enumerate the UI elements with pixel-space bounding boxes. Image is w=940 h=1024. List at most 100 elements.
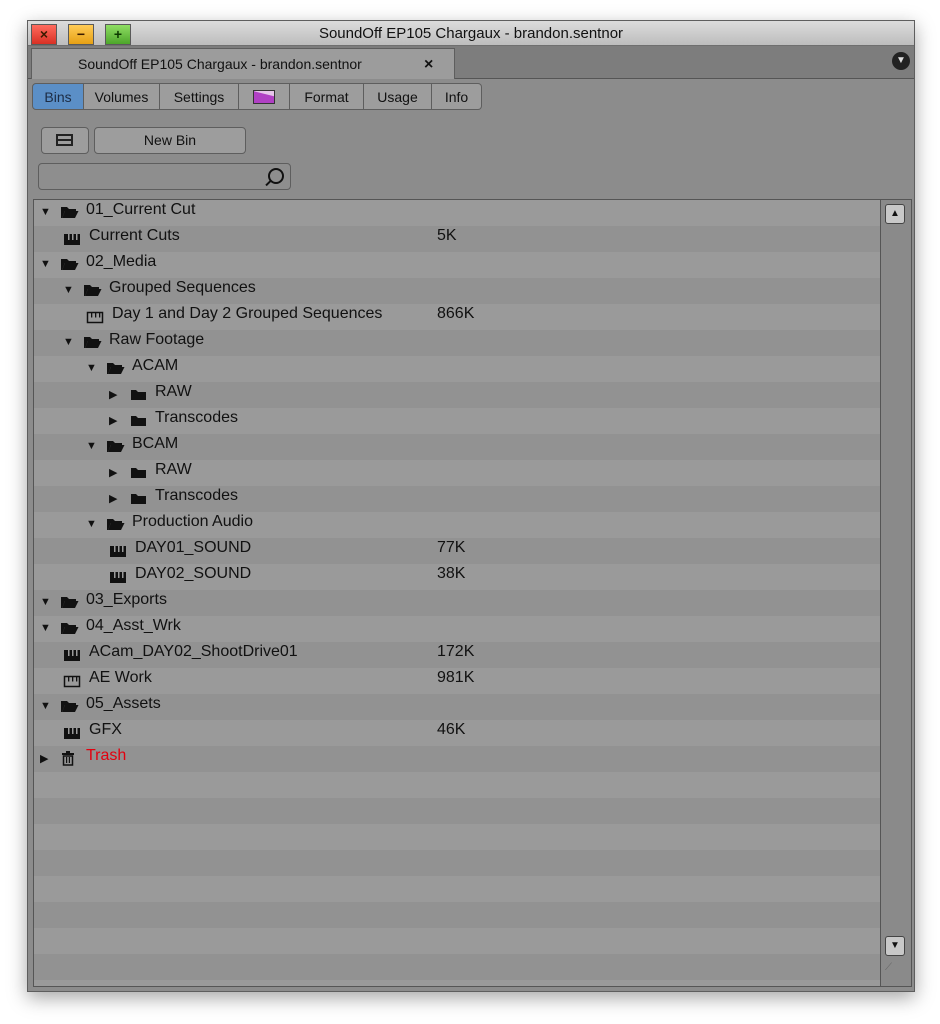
bin-icon xyxy=(63,726,81,745)
tab-menu-chevron-icon[interactable]: ▼ xyxy=(892,52,910,70)
tree-folder-row[interactable]: ▼ 04_Asst_Wrk xyxy=(34,616,880,642)
resize-grip-icon[interactable]: ⟋ xyxy=(885,962,903,980)
tree-folder-row[interactable]: ▼ Grouped Sequences xyxy=(34,278,880,304)
tree-bin-row[interactable]: DAY01_SOUND 77K xyxy=(34,538,880,564)
open-folder-icon xyxy=(106,516,125,536)
closed-folder-icon xyxy=(129,490,148,510)
tree-trash-row[interactable]: ▶ Trash xyxy=(34,746,880,772)
search-icon[interactable] xyxy=(268,168,284,184)
title-bar[interactable]: × − + SoundOff EP105 Chargaux - brandon.… xyxy=(28,21,914,46)
open-folder-icon xyxy=(106,360,125,380)
vertical-scrollbar[interactable]: ▲ ▼ ⟋ xyxy=(880,199,912,987)
disclosure-expanded-icon[interactable]: ▼ xyxy=(40,622,51,634)
tree-folder-row[interactable]: ▼ Raw Footage xyxy=(34,330,880,356)
split-pane-icon xyxy=(56,134,73,146)
trash-icon xyxy=(60,750,76,771)
scroll-up-button[interactable]: ▲ xyxy=(885,204,905,224)
tree-item-label: DAY01_SOUND xyxy=(135,539,252,556)
empty-bin-icon xyxy=(63,674,81,693)
document-tab[interactable]: SoundOff EP105 Chargaux - brandon.sentno… xyxy=(31,48,455,79)
open-folder-icon xyxy=(60,594,79,614)
disclosure-expanded-icon[interactable]: ▼ xyxy=(40,596,51,608)
window-title: SoundOff EP105 Chargaux - brandon.sentno… xyxy=(318,25,624,42)
tree-item-label: RAW xyxy=(155,383,192,400)
tree-item-label: BCAM xyxy=(132,435,179,452)
tree-item-size: 77K xyxy=(437,539,466,556)
tree-folder-row[interactable]: ▼ 02_Media xyxy=(34,252,880,278)
open-folder-icon xyxy=(60,698,79,718)
search-field[interactable] xyxy=(38,163,291,190)
new-bin-button[interactable]: New Bin xyxy=(94,127,246,154)
disclosure-expanded-icon[interactable]: ▼ xyxy=(40,700,51,712)
disclosure-expanded-icon[interactable]: ▼ xyxy=(86,362,97,374)
tree-item-label: Raw Footage xyxy=(109,331,205,348)
tree-item-label: ACAM xyxy=(132,357,179,374)
close-tab-icon[interactable]: × xyxy=(424,56,433,74)
tree-folder-row[interactable]: ▼ 01_Current Cut xyxy=(34,200,880,226)
tree-folder-row[interactable]: ▶ Transcodes xyxy=(34,486,880,512)
document-tab-label: SoundOff EP105 Chargaux - brandon.sentno… xyxy=(78,56,362,72)
tree-item-label: Day 1 and Day 2 Grouped Sequences xyxy=(112,305,383,322)
tree-item-label: 04_Asst_Wrk xyxy=(86,617,181,634)
color-swatch-icon xyxy=(253,89,275,104)
tree-folder-row[interactable]: ▶ RAW xyxy=(34,460,880,486)
tab-info[interactable]: Info xyxy=(432,83,482,110)
tab-color-swatch[interactable] xyxy=(239,83,290,110)
tree-folder-row[interactable]: ▼ ACAM xyxy=(34,356,880,382)
open-folder-icon xyxy=(83,282,102,302)
open-folder-icon xyxy=(60,256,79,276)
tree-bin-row[interactable]: DAY02_SOUND 38K xyxy=(34,564,880,590)
tree-item-label: ACam_DAY02_ShootDrive01 xyxy=(89,643,298,660)
tree-item-size: 38K xyxy=(437,565,466,582)
open-folder-icon xyxy=(83,334,102,354)
tree-folder-row[interactable]: ▼ Production Audio xyxy=(34,512,880,538)
disclosure-expanded-icon[interactable]: ▼ xyxy=(63,284,74,296)
bin-container-window: × − + SoundOff EP105 Chargaux - brandon.… xyxy=(27,20,915,992)
closed-folder-icon xyxy=(129,464,148,484)
tree-item-label: GFX xyxy=(89,721,122,738)
tree-item-label: AE Work xyxy=(89,669,152,686)
tree-bin-row[interactable]: AE Work 981K xyxy=(34,668,880,694)
tree-folder-row[interactable]: ▶ RAW xyxy=(34,382,880,408)
tree-folder-row[interactable]: ▶ Transcodes xyxy=(34,408,880,434)
empty-bin-icon xyxy=(86,310,104,329)
tab-format[interactable]: Format xyxy=(290,83,364,110)
tab-usage[interactable]: Usage xyxy=(364,83,432,110)
bin-icon xyxy=(63,232,81,251)
disclosure-expanded-icon[interactable]: ▼ xyxy=(40,258,51,270)
tree-item-size: 5K xyxy=(437,227,457,244)
disclosure-collapsed-icon[interactable]: ▶ xyxy=(109,388,117,401)
open-folder-icon xyxy=(60,204,79,224)
open-folder-icon xyxy=(106,438,125,458)
tab-volumes[interactable]: Volumes xyxy=(84,83,160,110)
tree-bin-row[interactable]: ACam_DAY02_ShootDrive01 172K xyxy=(34,642,880,668)
tree-bin-row[interactable]: Current Cuts 5K xyxy=(34,226,880,252)
disclosure-collapsed-icon[interactable]: ▶ xyxy=(40,752,48,765)
tree-item-label: Trash xyxy=(86,747,127,764)
tree-item-label: Production Audio xyxy=(132,513,253,530)
tree-item-label: Current Cuts xyxy=(89,227,180,244)
bin-icon xyxy=(63,648,81,667)
scroll-down-button[interactable]: ▼ xyxy=(885,936,905,956)
tree-folder-row[interactable]: ▼ 03_Exports xyxy=(34,590,880,616)
tree-item-size: 46K xyxy=(437,721,466,738)
tab-settings[interactable]: Settings xyxy=(160,83,239,110)
tab-bins[interactable]: Bins xyxy=(32,83,84,110)
disclosure-collapsed-icon[interactable]: ▶ xyxy=(109,466,117,479)
disclosure-collapsed-icon[interactable]: ▶ xyxy=(109,414,117,427)
disclosure-expanded-icon[interactable]: ▼ xyxy=(86,518,97,530)
tree-bin-row[interactable]: GFX 46K xyxy=(34,720,880,746)
tree-folder-row[interactable]: ▼ BCAM xyxy=(34,434,880,460)
disclosure-expanded-icon[interactable]: ▼ xyxy=(86,440,97,452)
tree-item-label: 02_Media xyxy=(86,253,157,270)
disclosure-collapsed-icon[interactable]: ▶ xyxy=(109,492,117,505)
tree-item-label: RAW xyxy=(155,461,192,478)
pane-tabs: Bins Volumes Settings Format Usage Info xyxy=(32,83,482,111)
tree-item-label: 05_Assets xyxy=(86,695,161,712)
bin-tree[interactable]: ▼ 01_Current Cut Current Cuts 5K ▼ 02_Media ▼ G… xyxy=(33,199,881,987)
disclosure-expanded-icon[interactable]: ▼ xyxy=(63,336,74,348)
tree-folder-row[interactable]: ▼ 05_Assets xyxy=(34,694,880,720)
disclosure-expanded-icon[interactable]: ▼ xyxy=(40,206,51,218)
tree-bin-row[interactable]: Day 1 and Day 2 Grouped Sequences 866K xyxy=(34,304,880,330)
bin-layout-button[interactable] xyxy=(41,127,89,154)
